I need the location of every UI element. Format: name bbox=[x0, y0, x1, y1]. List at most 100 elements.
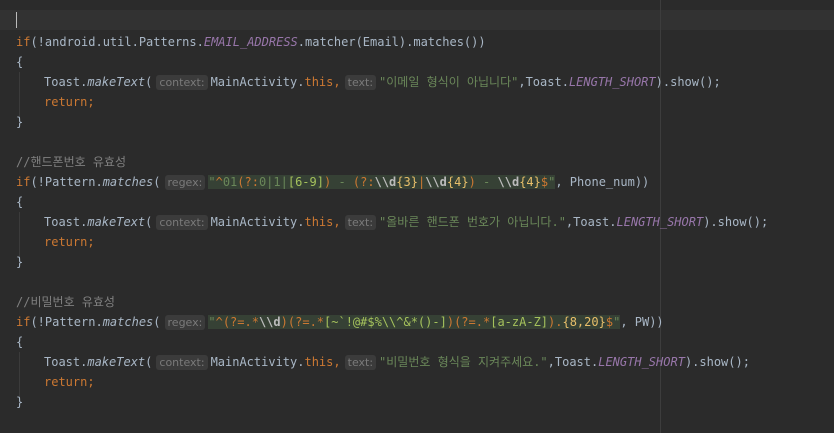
length-short-constant: LENGTH_SHORT bbox=[568, 75, 656, 89]
string-literal: "비밀번호 형식을 지켜주세요." bbox=[379, 355, 548, 369]
code-line-toast-password[interactable]: Toast.makeText(context: MainActivity.this… bbox=[44, 352, 750, 372]
parameter-hint-context: context: bbox=[156, 355, 208, 370]
code-token: ,Toast. bbox=[518, 75, 569, 89]
code-line-toast-email[interactable]: Toast.makeText(context: MainActivity.this… bbox=[44, 72, 721, 92]
make-text-method: makeText bbox=[87, 355, 146, 369]
code-token: , bbox=[333, 215, 341, 229]
regex-token: \\d bbox=[374, 175, 397, 189]
code-line-brace-close[interactable]: } bbox=[16, 112, 23, 132]
code-line-return[interactable]: return; bbox=[44, 232, 95, 252]
code-token: .matcher(Email).matches()) bbox=[297, 35, 486, 49]
regex-token: - bbox=[475, 175, 498, 189]
code-line-brace-open[interactable]: { bbox=[16, 52, 23, 72]
regex-token: ^ bbox=[215, 175, 223, 189]
code-line-brace-open[interactable]: { bbox=[16, 332, 23, 352]
keyword-this: this bbox=[304, 355, 334, 369]
regex-token: \\d bbox=[497, 175, 520, 189]
code-token: (!Pattern. bbox=[30, 175, 103, 189]
code-token: (!Pattern. bbox=[30, 315, 103, 329]
parameter-hint-text: text: bbox=[344, 355, 377, 370]
regex-token: " bbox=[208, 315, 216, 329]
code-line-brace-close[interactable]: } bbox=[16, 392, 23, 412]
brace-open: { bbox=[16, 195, 24, 209]
keyword-return: return; bbox=[44, 235, 95, 249]
regex-token: ) bbox=[468, 175, 476, 189]
regex-token: {4} bbox=[446, 175, 469, 189]
parameter-hint-text: text: bbox=[344, 215, 377, 230]
regex-token: ) bbox=[446, 315, 455, 329]
make-text-method: makeText bbox=[87, 215, 146, 229]
regex-token: [~`!@#$%\\^&*()-] bbox=[324, 315, 447, 329]
keyword-this: this bbox=[304, 75, 334, 89]
email-address-constant: EMAIL_ADDRESS bbox=[203, 35, 298, 49]
regex-token: - bbox=[331, 175, 353, 189]
regex-token: 01 bbox=[222, 175, 238, 189]
code-token: MainActivity. bbox=[210, 355, 305, 369]
code-token: ).show(); bbox=[703, 215, 769, 229]
code-token: (!android.util.Patterns. bbox=[30, 35, 204, 49]
make-text-method: makeText bbox=[87, 75, 146, 89]
code-token: ).show(); bbox=[655, 75, 721, 89]
length-short-constant: LENGTH_SHORT bbox=[616, 215, 704, 229]
regex-token: (?= bbox=[222, 315, 245, 329]
regex-token: 0|1| bbox=[258, 175, 288, 189]
matches-method: matches bbox=[102, 315, 154, 329]
parameter-hint-text: text: bbox=[344, 75, 377, 90]
keyword-this: this bbox=[304, 215, 334, 229]
length-short-constant: LENGTH_SHORT bbox=[598, 355, 685, 369]
current-line-highlight bbox=[0, 10, 834, 30]
code-line-phone-if[interactable]: if(!Pattern.matches(regex: "^01(?:0|1|[6-… bbox=[16, 172, 649, 192]
text-caret bbox=[16, 12, 17, 28]
brace-open: { bbox=[16, 335, 24, 349]
code-line-return[interactable]: return; bbox=[44, 372, 95, 392]
regex-token: \\d bbox=[258, 315, 281, 329]
comment-text: //비밀번호 유효성 bbox=[16, 295, 115, 309]
code-token: Toast. bbox=[44, 355, 88, 369]
regex-token: ) bbox=[280, 315, 288, 329]
regex-token: \\d bbox=[425, 175, 447, 189]
regex-token: (?= bbox=[287, 315, 310, 329]
code-token: , bbox=[333, 75, 341, 89]
code-token: , Phone_num)) bbox=[555, 175, 650, 189]
string-literal: "이메일 형식이 아닙니다" bbox=[379, 75, 519, 89]
regex-literal-password: "^(?=.*\\d)(?=.*[~`!@#$%\\^&*()-])(?=.*[… bbox=[208, 315, 621, 329]
code-token: ,Toast. bbox=[547, 355, 599, 369]
parameter-hint-regex: regex: bbox=[164, 315, 206, 330]
code-token: ( bbox=[145, 75, 153, 89]
code-token: Toast. bbox=[44, 75, 88, 89]
code-line-return[interactable]: return; bbox=[44, 92, 95, 112]
code-token: , bbox=[333, 355, 341, 369]
regex-literal-phone: "^01(?:0|1|[6-9]) - (?:\\d{3}|\\d{4}) - … bbox=[208, 175, 556, 189]
regex-token: " bbox=[208, 175, 216, 189]
code-token: MainActivity. bbox=[210, 215, 305, 229]
regex-token: .* bbox=[244, 315, 259, 329]
code-token: ( bbox=[145, 215, 153, 229]
brace-close: } bbox=[16, 115, 24, 129]
regex-token: (?: bbox=[237, 175, 259, 189]
string-literal: "올바른 핸드폰 번호가 아닙니다." bbox=[379, 215, 566, 229]
code-line-toast-phone[interactable]: Toast.makeText(context: MainActivity.this… bbox=[44, 212, 768, 232]
code-line-password-if[interactable]: if(!Pattern.matches(regex: "^(?=.*\\d)(?=… bbox=[16, 312, 664, 332]
code-line-brace-open[interactable]: { bbox=[16, 192, 23, 212]
keyword-if: if bbox=[16, 175, 31, 189]
regex-token: ^ bbox=[215, 315, 223, 329]
keyword-if: if bbox=[16, 315, 31, 329]
code-editor[interactable]: if (!android.util.Patterns.EMAIL_ADDRESS.… bbox=[0, 0, 834, 433]
code-comment-password[interactable]: //비밀번호 유효성 bbox=[16, 292, 115, 312]
brace-close: } bbox=[16, 255, 24, 269]
code-comment-phone[interactable]: //핸드폰번호 유효성 bbox=[16, 152, 126, 172]
code-token: ( bbox=[145, 355, 153, 369]
regex-token: [a-zA-Z] bbox=[490, 315, 549, 329]
parameter-hint-context: context: bbox=[156, 75, 208, 90]
parameter-hint-regex: regex: bbox=[164, 175, 206, 190]
code-token: MainActivity. bbox=[210, 75, 305, 89]
regex-token: .* bbox=[309, 315, 325, 329]
regex-token: {4} bbox=[519, 175, 541, 189]
code-token: Toast. bbox=[44, 215, 88, 229]
code-line-brace-close[interactable]: } bbox=[16, 252, 23, 272]
regex-token: (?= bbox=[454, 315, 476, 329]
regex-token: {3} bbox=[396, 175, 418, 189]
code-line-email-if[interactable]: if(!android.util.Patterns.EMAIL_ADDRESS.… bbox=[16, 32, 486, 52]
brace-close: } bbox=[16, 395, 24, 409]
regex-token: [6-9] bbox=[287, 175, 324, 189]
